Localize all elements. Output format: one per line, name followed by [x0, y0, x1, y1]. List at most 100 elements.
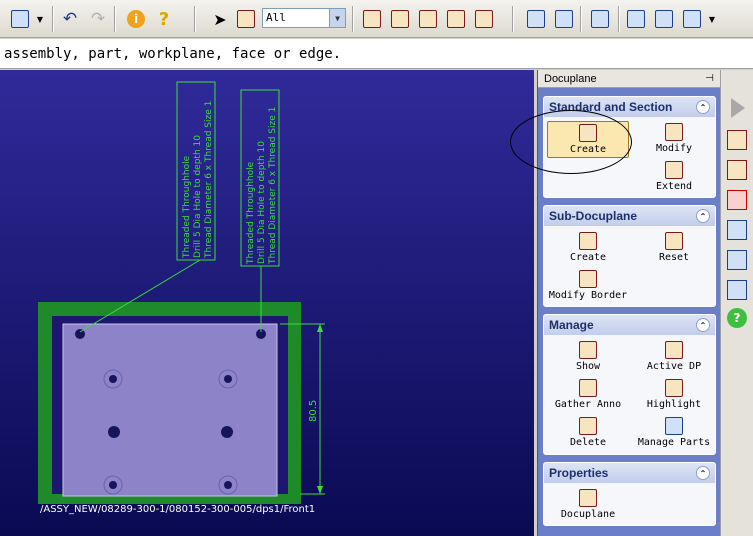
dimension-arrow-top — [317, 324, 323, 332]
drawing-canvas[interactable]: Threaded Throughhole Drill 5 Dia Hole to… — [0, 70, 534, 536]
hole[interactable] — [108, 426, 120, 438]
rotate-button[interactable] — [652, 7, 676, 31]
toolbar-separator — [194, 6, 195, 32]
pan-hand-icon — [627, 10, 645, 28]
group-sub-docuplane: Sub-Docuplane ⌃ Create Reset Modify Bord… — [543, 205, 716, 307]
select-filter-value: All — [266, 11, 286, 24]
manage-active-dp-button[interactable]: Active DP — [634, 341, 714, 372]
select-filter-button[interactable] — [234, 7, 258, 31]
button-label: Create — [569, 252, 607, 263]
part-plate[interactable] — [62, 323, 278, 497]
group-manage: Manage ⌃ Show Active DP Gather Anno High… — [543, 314, 716, 455]
tool-button-2[interactable] — [388, 7, 412, 31]
tool-button-1[interactable] — [360, 7, 384, 31]
sub-modify-border-button[interactable]: Modify Border — [548, 270, 628, 301]
strip-tool-button[interactable] — [727, 250, 747, 270]
zoom-button[interactable] — [680, 7, 704, 31]
fit-view-button[interactable] — [524, 7, 548, 31]
button-label: Active DP — [646, 361, 702, 372]
delete-icon — [579, 417, 597, 435]
strip-tool-button[interactable] — [727, 220, 747, 240]
docuplane-properties-icon — [579, 489, 597, 507]
strip-tool-button[interactable] — [727, 280, 747, 300]
zoom-icon — [683, 10, 701, 28]
undo-button[interactable]: ↶ — [58, 7, 82, 31]
gather-anno-icon — [579, 379, 597, 397]
fit-view-icon — [527, 10, 545, 28]
docuplane-create-icon — [579, 124, 597, 142]
properties-docuplane-button[interactable]: Docuplane — [548, 489, 628, 520]
group-title-label: Manage — [549, 318, 594, 332]
group-standard-and-section: Standard and Section ⌃ Create Modify Ext… — [543, 96, 716, 198]
doc-move-icon — [447, 10, 465, 28]
manage-gather-anno-button[interactable]: Gather Anno — [548, 379, 628, 410]
hole[interactable] — [109, 481, 117, 489]
toolbar-separator — [512, 6, 513, 32]
dimension-arrow-bottom — [317, 486, 323, 494]
manage-delete-button[interactable]: Delete — [548, 417, 628, 448]
manage-parts-button[interactable]: Manage Parts — [634, 417, 714, 448]
show-icon — [579, 341, 597, 359]
help-icon: ? — [733, 311, 741, 325]
standard-modify-button[interactable]: Modify — [634, 123, 714, 154]
callout-2-line-1: Threaded Throughhole — [246, 161, 256, 265]
callout-1-line-3: Thread Diameter 6 x Thread Size 1 — [204, 101, 214, 259]
toolbar-separator — [580, 6, 581, 32]
hole[interactable] — [75, 329, 85, 339]
dimension-value[interactable]: 80.5 — [308, 400, 319, 422]
pan-button[interactable] — [624, 7, 648, 31]
collapse-icon[interactable]: ⌃ — [696, 209, 710, 223]
pin-icon[interactable]: ⊣ — [705, 73, 714, 84]
redo-button[interactable]: ↷ — [86, 7, 110, 31]
axis-view-button[interactable] — [588, 7, 612, 31]
manage-show-button[interactable]: Show — [548, 341, 628, 372]
group-title-label: Standard and Section — [549, 100, 673, 114]
sub-create-button[interactable]: Create — [548, 232, 628, 263]
sub-reset-button[interactable]: Reset — [634, 232, 714, 263]
doc-edit-icon — [391, 10, 409, 28]
help-button[interactable]: ? — [152, 7, 176, 31]
zoom-window-button[interactable] — [552, 7, 576, 31]
tool-button-5[interactable] — [472, 7, 496, 31]
rotate-icon — [655, 10, 673, 28]
collapse-icon[interactable]: ⌃ — [696, 318, 710, 332]
chevron-down-icon: ▼ — [329, 9, 345, 27]
collapse-icon[interactable]: ⌃ — [696, 466, 710, 480]
button-label: Show — [575, 361, 601, 372]
hole[interactable] — [224, 375, 232, 383]
graphics-viewport[interactable]: Threaded Throughhole Drill 5 Dia Hole to… — [0, 70, 534, 536]
hole[interactable] — [221, 426, 233, 438]
button-label: Docuplane — [560, 509, 616, 520]
toolbar-dropdown-arrow[interactable]: ▼ — [34, 7, 46, 31]
select-filter-dropdown[interactable]: All ▼ — [262, 8, 346, 28]
standard-create-button[interactable]: Create — [547, 121, 629, 158]
tools-icon — [11, 10, 29, 28]
select-button[interactable]: ➤ — [208, 7, 232, 31]
strip-help-button[interactable]: ? — [727, 308, 747, 328]
zoom-dropdown-arrow[interactable]: ▼ — [706, 7, 718, 31]
group-title[interactable]: Properties ⌃ — [544, 463, 715, 483]
group-title[interactable]: Manage ⌃ — [544, 315, 715, 335]
filter-select-icon — [237, 10, 255, 28]
info-button[interactable]: i — [124, 7, 148, 31]
standard-extend-button[interactable]: Extend — [634, 161, 714, 192]
strip-tool-button[interactable] — [727, 160, 747, 180]
group-title-label: Properties — [549, 466, 609, 480]
strip-tool-button[interactable] — [727, 130, 747, 150]
tool-button-3[interactable] — [416, 7, 440, 31]
doc-cut-icon — [419, 10, 437, 28]
hole[interactable] — [224, 481, 232, 489]
docuplane-path-label: /ASSY_NEW/08289-300-1/080152-300-005/dps… — [40, 504, 316, 515]
group-title-label: Sub-Docuplane — [549, 209, 638, 223]
collapse-icon[interactable]: ⌃ — [696, 100, 710, 114]
docuplane-panel: Docuplane ⊣ Standard and Section ⌃ Creat… — [537, 70, 720, 536]
group-title[interactable]: Standard and Section ⌃ — [544, 97, 715, 117]
toolbar-separator — [52, 6, 53, 32]
strip-docuplane-button[interactable] — [727, 190, 747, 210]
group-title[interactable]: Sub-Docuplane ⌃ — [544, 206, 715, 226]
manage-highlight-button[interactable]: Highlight — [634, 379, 714, 410]
play-button[interactable] — [731, 98, 751, 118]
toolbar-menu-button[interactable] — [8, 7, 32, 31]
tool-button-4[interactable] — [444, 7, 468, 31]
hole[interactable] — [109, 375, 117, 383]
